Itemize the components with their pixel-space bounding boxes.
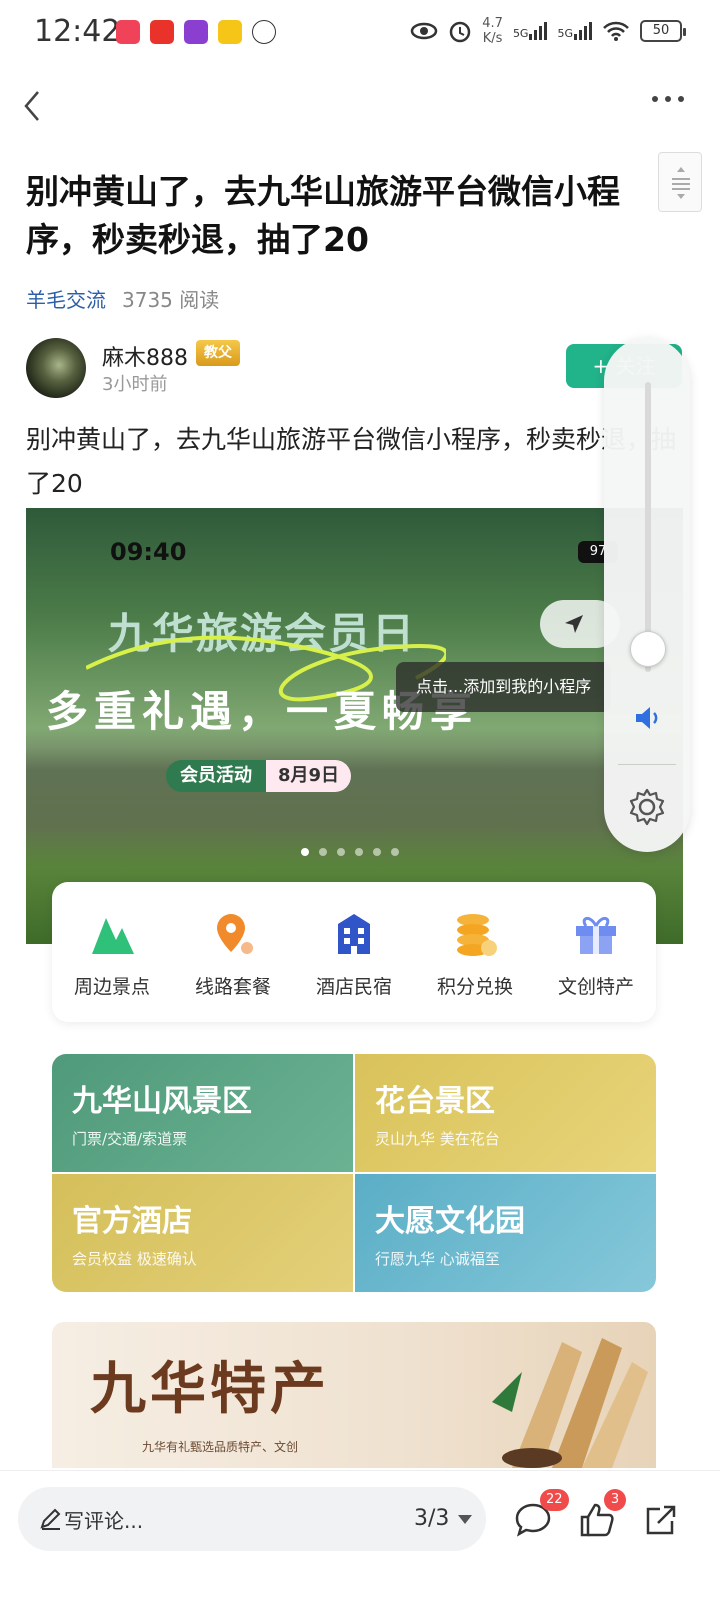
network-speed-unit: K/s <box>482 31 503 46</box>
volume-slider-track[interactable] <box>645 382 651 672</box>
signal-sim1: 5G <box>513 22 548 40</box>
article-body: 别冲黄山了，去九华山旅游平台微信小程序，秒卖秒退，抽了20 <box>26 425 677 498</box>
quick-entry-label: 积分兑换 <box>436 976 513 998</box>
share-icon[interactable] <box>642 1501 680 1539</box>
sim2-label: 5G <box>557 27 573 40</box>
speaker-icon[interactable] <box>632 702 664 734</box>
volume-panel <box>604 338 690 852</box>
tile-subtitle: 行愿九华 心诚福至 <box>375 1250 500 1268</box>
mountain-icon <box>88 910 136 958</box>
quick-entry-scenic: 周边景点 <box>52 910 172 999</box>
more-options-button[interactable] <box>652 96 684 102</box>
tile-subtitle: 门票/交通/索道票 <box>72 1130 188 1148</box>
network-speed-value: 4.7 <box>482 16 503 31</box>
quick-entry-label: 线路套餐 <box>194 976 271 998</box>
volume-divider <box>618 764 676 765</box>
quick-entry-label: 酒店民宿 <box>315 976 392 998</box>
category-link[interactable]: 羊毛交流 <box>26 284 106 313</box>
author-badge: 教父 <box>196 340 240 366</box>
tile-title: 大愿文化园 <box>375 1204 525 1239</box>
pen-icon <box>40 1508 61 1530</box>
qq-icon <box>252 20 276 44</box>
caret-down-icon[interactable] <box>458 1515 472 1524</box>
tile-huatai[interactable]: 花台景区 灵山九华 美在花台 <box>355 1054 656 1172</box>
add-miniprogram-tooltip: 点击...添加到我的小程序 <box>396 662 612 712</box>
page-indicator[interactable]: 3/3 <box>414 1506 449 1531</box>
specialty-title: 九华特产 <box>90 1356 330 1422</box>
hotel-icon <box>330 910 378 958</box>
back-button[interactable] <box>14 86 54 126</box>
article-image[interactable]: 09:40 97 九华旅游会员日 多重礼遇，一夏畅享 点击...添加到我的小程序… <box>26 508 683 1468</box>
tile-title: 官方酒店 <box>72 1204 192 1239</box>
network-speed: 4.7 K/s <box>482 16 503 46</box>
quick-entry-gifts: 文创特产 <box>536 910 656 999</box>
banner-image: 09:40 97 九华旅游会员日 多重礼遇，一夏畅享 点击...添加到我的小程序… <box>26 508 683 944</box>
chevron-left-icon <box>24 91 39 121</box>
signal-bars-icon <box>529 22 548 40</box>
phone-time: 09:40 <box>110 538 187 566</box>
gift-icon <box>572 910 620 958</box>
tile-jiuhuashan[interactable]: 九华山风景区 门票/交通/索道票 <box>52 1054 353 1172</box>
battery-indicator: 50 <box>640 20 686 42</box>
specialty-banner[interactable]: 九华特产 九华有礼甄选品质特产、文创 <box>52 1322 656 1468</box>
navigation-arrow-icon <box>565 615 583 633</box>
status-bar: 12:42 4.7 K/s 5G 5G 50 <box>0 0 720 68</box>
carousel-dots <box>301 848 399 856</box>
article-title: 别冲黄山了，去九华山旅游平台微信小程序，秒卖秒退，抽了20 <box>26 172 620 259</box>
bottom-bar: 写评论... 3/3 22 3 <box>0 1470 720 1600</box>
wifi-icon <box>603 21 629 41</box>
status-indicators: 4.7 K/s 5G 5G 50 <box>410 16 686 46</box>
tile-subtitle: 灵山九华 美在花台 <box>375 1130 500 1148</box>
bamboo-shoot-icon <box>492 1338 648 1468</box>
article-meta: 羊毛交流 3735 阅读 <box>26 284 219 313</box>
scenic-tiles: 九华山风景区 门票/交通/索道票 花台景区 灵山九华 美在花台 官方酒店 会员权… <box>52 1054 656 1292</box>
author-name[interactable]: 麻木888 <box>102 340 188 372</box>
quick-entry-points: 积分兑换 <box>415 910 535 999</box>
gear-icon[interactable] <box>626 786 668 828</box>
comment-count-badge: 22 <box>540 1489 569 1511</box>
bank-app-icon <box>184 20 208 44</box>
member-activity-pill: 会员活动 8月9日 <box>166 760 352 792</box>
scroll-handle[interactable] <box>658 152 702 212</box>
member-activity-label: 会员活动 <box>166 760 266 792</box>
route-pin-icon <box>209 910 257 958</box>
quick-entry-routes: 线路套餐 <box>173 910 293 999</box>
signal-sim2: 5G <box>557 22 592 40</box>
author-row: 麻木888 教父 3小时前 + 关注 <box>26 338 686 402</box>
like-count-badge: 3 <box>604 1489 626 1511</box>
status-time: 12:42 <box>34 14 121 49</box>
quick-entry-label: 周边景点 <box>73 976 150 998</box>
tile-subtitle: 会员权益 极速确认 <box>72 1250 197 1268</box>
quick-entry-label: 文创特产 <box>557 976 634 998</box>
scroll-arrows-icon <box>672 167 690 199</box>
quick-entry-hotels: 酒店民宿 <box>294 910 414 999</box>
tile-dayuan-park[interactable]: 大愿文化园 行愿九华 心诚福至 <box>355 1174 656 1292</box>
avatar[interactable] <box>26 338 86 398</box>
weibo-icon <box>218 20 242 44</box>
tile-title: 九华山风景区 <box>72 1084 252 1119</box>
shopping-app-icon <box>116 20 140 44</box>
village-scene <box>26 728 683 868</box>
tile-official-hotel[interactable]: 官方酒店 会员权益 极速确认 <box>52 1174 353 1292</box>
quick-entry-card: 周边景点 线路套餐 酒店民宿 积分兑换 文创特产 <box>52 882 656 1022</box>
eye-icon <box>411 22 438 40</box>
coins-icon <box>451 910 499 958</box>
signal-bars-icon <box>574 22 592 40</box>
alarm-icon <box>450 21 471 43</box>
post-time: 3小时前 <box>102 374 168 395</box>
volume-slider-knob[interactable] <box>630 630 666 667</box>
news-app-icon <box>150 20 174 44</box>
member-activity-date: 8月9日 <box>266 760 352 792</box>
sim1-label: 5G <box>512 27 529 40</box>
read-count: 3735 阅读 <box>122 288 220 312</box>
specialty-subtitle: 九华有礼甄选品质特产、文创 <box>142 1440 299 1454</box>
tile-title: 花台景区 <box>375 1084 495 1119</box>
comment-placeholder: 写评论... <box>64 1509 144 1533</box>
comment-input[interactable]: 写评论... 3/3 <box>18 1487 486 1551</box>
notification-icons <box>116 20 276 44</box>
